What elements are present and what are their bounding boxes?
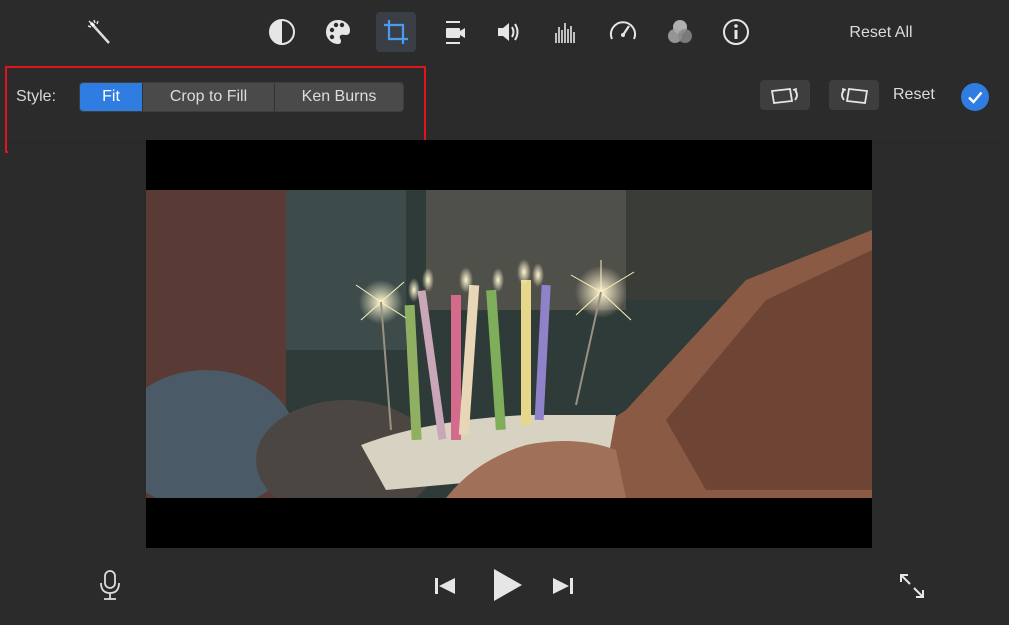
birthday-cake-video-image [146,190,872,498]
crop-editor-window: Reset All Style: Fit Crop to Fill Ken Bu… [0,0,1009,625]
skip-forward-icon[interactable] [548,572,578,600]
color-palette-icon[interactable] [318,12,358,52]
speed-icon[interactable] [603,12,643,52]
filter-icon[interactable] [660,12,700,52]
video-viewer[interactable] [146,140,872,548]
rotate-right-icon [841,87,869,104]
rotate-left-button[interactable] [760,80,810,110]
reset-button[interactable]: Reset [893,86,935,104]
rotate-left-icon [770,87,798,104]
rotate-right-button[interactable] [829,80,879,110]
skip-back-icon[interactable] [430,572,460,600]
equalizer-icon[interactable] [545,12,585,52]
checkmark-icon [968,91,983,104]
magic-wand-icon[interactable] [80,12,120,52]
apply-checkmark-button[interactable] [961,83,989,111]
fullscreen-icon[interactable] [895,570,929,602]
microphone-icon[interactable] [96,568,124,602]
stabilization-icon[interactable] [433,12,473,52]
adjustment-toolbar: Reset All [0,0,1009,68]
color-balance-icon[interactable] [262,12,302,52]
playback-controls [0,552,1009,625]
volume-icon[interactable] [489,12,529,52]
reset-all-button[interactable]: Reset All [836,22,926,44]
crop-icon[interactable] [376,12,416,52]
play-icon[interactable] [488,566,526,604]
video-frame [146,190,872,498]
info-icon[interactable] [716,12,756,52]
